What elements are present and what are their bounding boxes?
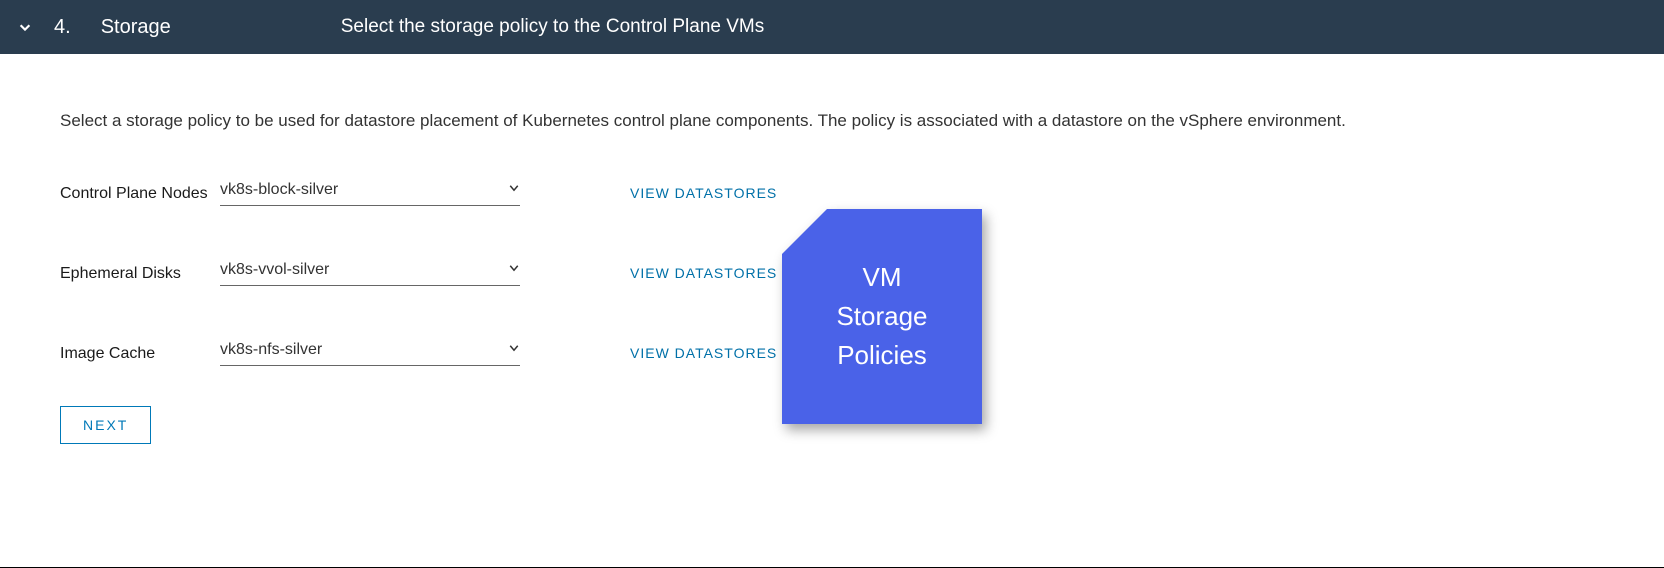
view-datastores-link[interactable]: VIEW DATASTORES <box>630 181 777 201</box>
select-value: vk8s-vvol-silver <box>220 261 329 279</box>
control-plane-nodes-select[interactable]: vk8s-block-silver <box>220 181 520 206</box>
next-button[interactable]: NEXT <box>60 406 151 444</box>
ephemeral-disks-label: Ephemeral Disks <box>60 261 220 285</box>
ephemeral-disks-select[interactable]: vk8s-vvol-silver <box>220 261 520 286</box>
wizard-step-header: 4. Storage Select the storage policy to … <box>0 0 1664 54</box>
step-subtitle: Select the storage policy to the Control… <box>341 16 765 38</box>
select-value: vk8s-nfs-silver <box>220 341 322 359</box>
step-number: 4. <box>54 16 71 39</box>
control-plane-nodes-label: Control Plane Nodes <box>60 181 220 205</box>
callout-line2: Storage <box>836 301 927 331</box>
chevron-down-icon <box>508 181 520 199</box>
collapse-chevron-icon[interactable] <box>18 20 32 34</box>
step-content: Select a storage policy to be used for d… <box>0 54 1664 474</box>
ephemeral-disks-row: Ephemeral Disks vk8s-vvol-silver VIEW DA… <box>60 261 1604 286</box>
chevron-down-icon <box>508 261 520 279</box>
vm-storage-policies-callout: VM Storage Policies <box>782 209 982 424</box>
image-cache-select[interactable]: vk8s-nfs-silver <box>220 341 520 366</box>
step-title: Storage <box>101 16 171 39</box>
view-datastores-link[interactable]: VIEW DATASTORES <box>630 261 777 281</box>
control-plane-nodes-row: Control Plane Nodes vk8s-block-silver VI… <box>60 181 1604 206</box>
step-description: Select a storage policy to be used for d… <box>60 109 1604 133</box>
chevron-down-icon <box>508 341 520 359</box>
image-cache-label: Image Cache <box>60 341 220 365</box>
view-datastores-link[interactable]: VIEW DATASTORES <box>630 341 777 361</box>
select-value: vk8s-block-silver <box>220 181 338 199</box>
image-cache-row: Image Cache vk8s-nfs-silver VIEW DATASTO… <box>60 341 1604 366</box>
